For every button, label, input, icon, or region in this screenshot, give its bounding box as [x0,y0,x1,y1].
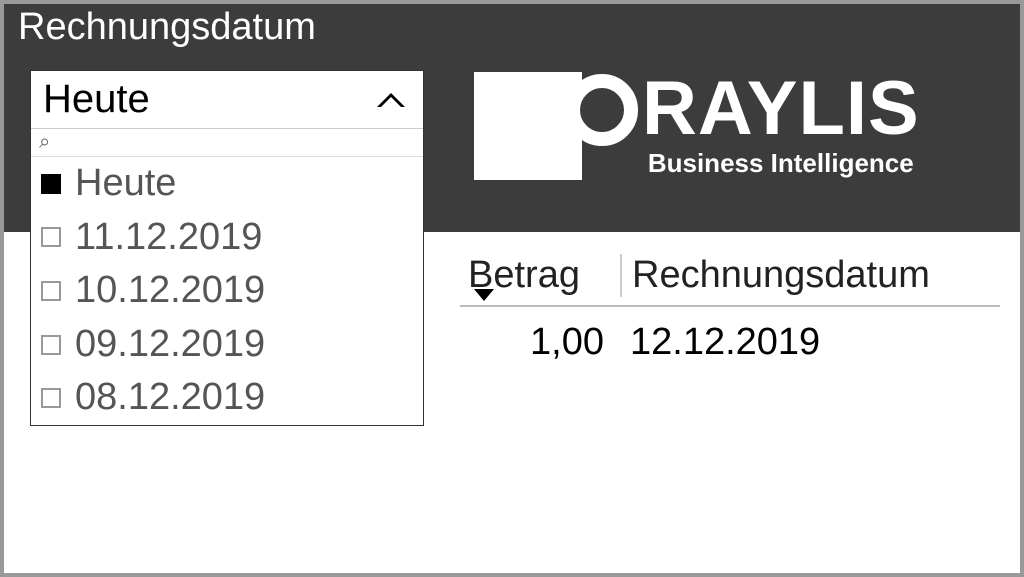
sort-desc-icon [474,289,494,301]
date-slicer-dropdown: Heute ⌕ Heute 11.12.2019 10.12.2019 09.1… [30,70,424,426]
dropdown-option[interactable]: 10.12.2019 [31,264,423,318]
dropdown-option[interactable]: Heute [31,157,423,211]
dropdown-selected-value: Heute [43,77,150,122]
search-icon: ⌕ [39,131,50,154]
checkbox-unchecked-icon [41,388,61,408]
dropdown-option[interactable]: 09.12.2019 [31,318,423,372]
dropdown-search-row: ⌕ [31,129,423,157]
column-header-label: Rechnungsdatum [632,254,930,296]
logo-wordmark: RAYLIS [566,74,920,146]
dropdown-option[interactable]: 11.12.2019 [31,211,423,265]
logo-name: RAYLIS [642,77,920,142]
option-label: Heute [75,161,176,207]
option-label: 08.12.2019 [75,375,265,421]
checkbox-unchecked-icon [41,227,61,247]
brand-logo: RAYLIS Business Intelligence [474,72,920,180]
table-header-row: Betrag Rechnungsdatum [460,254,1000,307]
cell-datum: 12.12.2019 [620,321,1000,364]
column-header-betrag[interactable]: Betrag [460,254,620,297]
option-label: 10.12.2019 [75,268,265,314]
cell-betrag: 1,00 [460,321,620,364]
logo-subtitle: Business Intelligence [566,148,920,179]
dropdown-toggle[interactable]: Heute [31,71,423,129]
data-table: Betrag Rechnungsdatum 1,00 12.12.2019 [460,254,1000,364]
dropdown-option[interactable]: 08.12.2019 [31,371,423,425]
checkbox-unchecked-icon [41,281,61,301]
dropdown-search-input[interactable] [56,131,415,154]
chevron-up-icon [377,93,405,107]
option-label: 09.12.2019 [75,322,265,368]
option-label: 11.12.2019 [75,215,262,261]
checkbox-unchecked-icon [41,335,61,355]
slicer-title: Rechnungsdatum [4,4,1020,49]
logo-o-icon [566,74,638,146]
column-header-datum[interactable]: Rechnungsdatum [620,254,1000,297]
table-row: 1,00 12.12.2019 [460,307,1000,364]
checkbox-checked-icon [41,174,61,194]
